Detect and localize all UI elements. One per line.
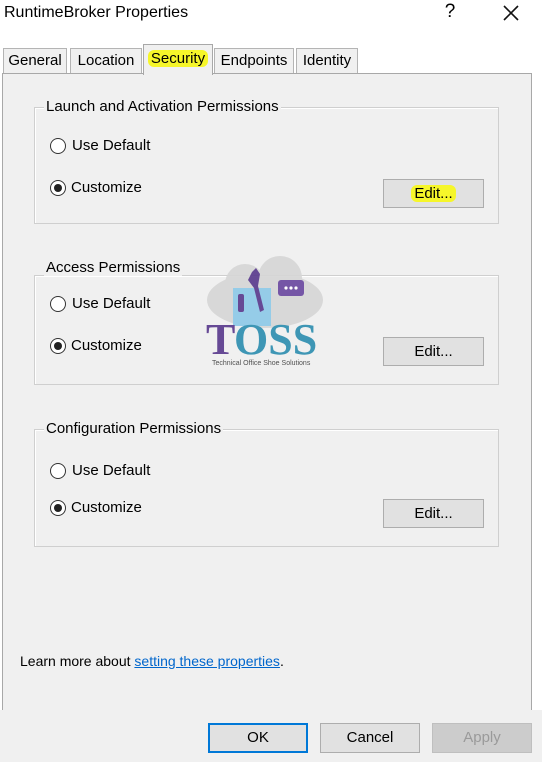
edit-button[interactable]: Edit... bbox=[383, 337, 484, 366]
ok-button[interactable]: OK bbox=[208, 723, 308, 753]
window-title: RuntimeBroker Properties bbox=[4, 4, 189, 21]
tab-label: Location bbox=[77, 52, 135, 69]
edit-button[interactable]: Edit... bbox=[383, 179, 484, 208]
customize-label: Customize bbox=[71, 337, 142, 354]
use-default-label: Use Default bbox=[72, 462, 151, 479]
use-default-radio[interactable] bbox=[50, 463, 66, 479]
tab-location[interactable]: Location bbox=[70, 48, 142, 73]
group-title: Configuration Permissions bbox=[44, 420, 224, 437]
customize-label: Customize bbox=[71, 179, 142, 196]
customize-label: Customize bbox=[71, 499, 142, 516]
close-button[interactable] bbox=[498, 0, 524, 28]
svg-text:Technical Office Shoe Solution: Technical Office Shoe Solutions bbox=[212, 360, 311, 367]
group-title: Launch and Activation Permissions bbox=[44, 98, 281, 115]
use-default-radio[interactable] bbox=[50, 296, 66, 312]
tab-label: Identity bbox=[302, 52, 352, 69]
setting-properties-link[interactable]: setting these properties bbox=[134, 653, 280, 669]
apply-button[interactable]: Apply bbox=[432, 723, 532, 753]
tab-identity[interactable]: Identity bbox=[296, 48, 358, 73]
customize-radio[interactable] bbox=[50, 338, 66, 354]
cancel-button[interactable]: Cancel bbox=[320, 723, 420, 753]
use-default-label: Use Default bbox=[72, 295, 151, 312]
tab-security[interactable]: Security bbox=[143, 44, 213, 75]
tab-label: Endpoints bbox=[220, 52, 288, 69]
use-default-label: Use Default bbox=[72, 137, 151, 154]
tab-general[interactable]: General bbox=[3, 48, 67, 73]
title-bar: RuntimeBroker Properties ? bbox=[0, 0, 542, 34]
group-title: Access Permissions bbox=[44, 259, 183, 276]
customize-radio[interactable] bbox=[50, 180, 66, 196]
svg-text:OSS: OSS bbox=[234, 315, 317, 364]
learn-more-text: Learn more about setting these propertie… bbox=[20, 653, 284, 669]
tab-label: General bbox=[8, 52, 62, 69]
svg-text:T: T bbox=[206, 315, 235, 364]
close-icon bbox=[503, 5, 519, 21]
edit-label: Edit... bbox=[411, 185, 456, 202]
configuration-permissions-group bbox=[34, 429, 499, 547]
learn-more-prefix: Learn more about bbox=[20, 653, 135, 669]
cloud-tools-icon: T OSS Technical Office Shoe Solutions bbox=[206, 256, 323, 367]
use-default-radio[interactable] bbox=[50, 138, 66, 154]
tab-endpoints[interactable]: Endpoints bbox=[214, 48, 294, 73]
help-button[interactable]: ? bbox=[440, 1, 460, 27]
edit-button[interactable]: Edit... bbox=[383, 499, 484, 528]
toss-watermark-logo: T OSS Technical Office Shoe Solutions bbox=[200, 252, 330, 370]
learn-more-suffix: . bbox=[279, 653, 284, 669]
customize-radio[interactable] bbox=[50, 500, 66, 516]
tab-label: Security bbox=[147, 50, 209, 67]
